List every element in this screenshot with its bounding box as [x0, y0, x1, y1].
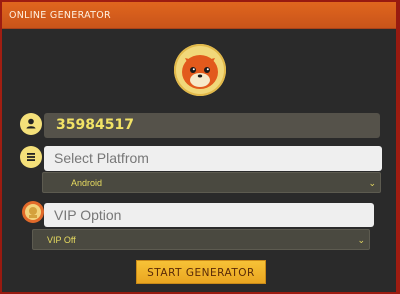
platform-input[interactable]: Select Platfrom [44, 146, 382, 171]
panel-header: ONLINE GENERATOR [2, 2, 396, 29]
generator-panel: ONLINE GENERATOR 35984517 Select Platfro… [2, 2, 396, 292]
vip-input[interactable]: VIP Option [44, 203, 374, 227]
vip-avatar-icon [22, 201, 44, 223]
user-icon [20, 113, 42, 135]
fox-mascot-icon [182, 55, 218, 89]
start-generator-button[interactable]: START GENERATOR [136, 260, 266, 284]
username-input[interactable]: 35984517 [44, 113, 380, 138]
vip-selected-value: VIP Off [47, 235, 76, 245]
platform-selected-value: Android [71, 178, 103, 188]
chevron-down-icon: ⌄ [368, 178, 376, 188]
chevron-down-icon: ⌄ [357, 235, 365, 245]
platform-select[interactable]: Android ⌄ [42, 172, 381, 193]
list-icon [20, 146, 42, 168]
vip-select[interactable]: VIP Off ⌄ [32, 229, 370, 250]
panel-title: ONLINE GENERATOR [9, 10, 111, 21]
mascot-avatar [174, 44, 226, 96]
